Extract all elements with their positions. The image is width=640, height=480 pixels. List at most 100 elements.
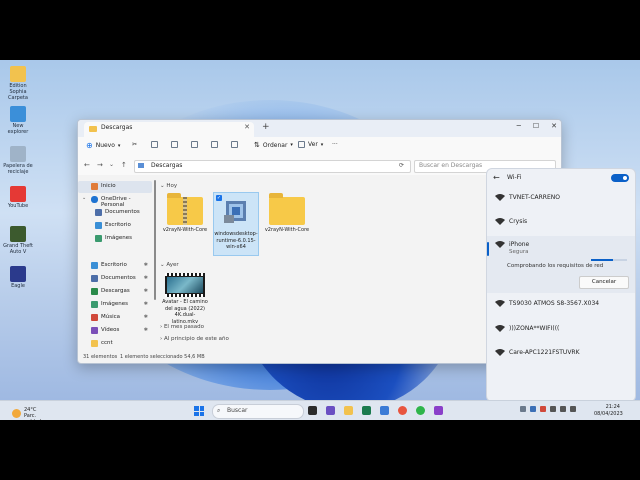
paste-button[interactable] <box>171 141 178 148</box>
clock[interactable]: 21:24 08/04/2023 <box>594 404 623 418</box>
cloud-icon <box>91 196 98 203</box>
wifi-title: Wi-Fi <box>507 174 522 181</box>
monitor-icon <box>10 106 26 122</box>
wifi-network[interactable]: )))ZONA**WIFI((( <box>487 320 635 342</box>
minimize-button[interactable]: ─ <box>517 122 521 130</box>
file-item-installer[interactable]: ✓ windowsdesktop-runtime-6.0.15-win-x64 <box>213 192 259 256</box>
navigation-pane: Inicio ⌄ OneDrive - Personal Documentos … <box>78 178 156 353</box>
wifi-network[interactable]: TVNET-CARRENO <box>487 189 635 211</box>
wifi-network[interactable]: Care-APC1221FSTUVRK <box>487 344 635 366</box>
video-icon <box>91 327 98 334</box>
recent-button[interactable]: ⌄ <box>109 161 114 168</box>
chevron-up-icon[interactable] <box>520 406 526 412</box>
copy-icon <box>151 141 158 148</box>
forward-button[interactable]: → <box>97 161 103 169</box>
wifi-signal-icon <box>495 241 505 248</box>
trash-icon <box>231 141 238 148</box>
plus-icon: ⊕ <box>86 141 93 150</box>
whatsapp-icon[interactable] <box>416 406 425 415</box>
nav-label: Documentos <box>105 209 140 215</box>
close-button[interactable]: ✕ <box>551 122 557 130</box>
nav-item-onedrive[interactable]: ⌄ OneDrive - Personal <box>78 194 152 208</box>
nav-item-escritorio[interactable]: Escritorio <box>82 220 156 232</box>
add-tab-button[interactable]: + <box>262 122 270 132</box>
group-mes-pasado[interactable]: › El mes pasado <box>160 324 204 330</box>
nav-item-escritorio-pinned[interactable]: Escritorio ✱ <box>78 260 152 272</box>
desktop-icon-recycle-bin[interactable]: Papelera de reciclaje <box>3 146 33 175</box>
wifi-signal-icon <box>495 218 505 225</box>
desktop-icon-youtube[interactable]: YouTube <box>3 186 33 209</box>
address-field[interactable]: Descargas <box>134 160 411 173</box>
wifi-network[interactable]: TS9030 ATMOS S8-3567.X034 <box>487 295 635 317</box>
group-ayer[interactable]: ⌄ Ayer <box>160 262 179 268</box>
nav-item-imagenes[interactable]: Imágenes <box>82 233 156 245</box>
nav-label: Escritorio <box>101 262 127 268</box>
cut-button[interactable]: ✂ <box>132 141 137 148</box>
folder-icon <box>95 209 102 216</box>
view-label: Ver <box>308 141 318 148</box>
back-button[interactable]: ← <box>493 173 500 182</box>
nav-label: Inicio <box>101 183 116 189</box>
network-security: Segura <box>509 249 529 255</box>
new-button[interactable]: ⊕ Nuevo ▾ <box>86 141 120 150</box>
group-principio-ano[interactable]: › Al principio de este año <box>160 336 229 342</box>
nav-item-descargas-pinned[interactable]: Descargas ✱ <box>78 286 152 298</box>
desktop-icon-folder[interactable]: Edition Sophia Carpeta <box>3 66 33 101</box>
more-button[interactable]: ··· <box>332 141 338 148</box>
chevron-down-icon: ▾ <box>117 142 121 149</box>
search-placeholder: Buscar en Descargas <box>419 162 483 169</box>
sort-button[interactable]: ⇅ Ordenar ▾ <box>254 141 293 149</box>
file-item-folder[interactable]: v2rayN-With-Core <box>264 193 310 255</box>
nav-scrollbar[interactable] <box>154 180 156 300</box>
app-icon[interactable] <box>380 406 389 415</box>
nav-label: Imágenes <box>101 301 128 307</box>
nav-item-ccnt[interactable]: ccnt <box>78 338 152 350</box>
nav-item-videos-pinned[interactable]: Vídeos ✱ <box>78 325 152 337</box>
start-button[interactable] <box>194 406 204 416</box>
cancel-button[interactable]: Cancelar <box>579 276 629 289</box>
wifi-network-selected[interactable]: iPhone Segura Comprobando los requisitos… <box>487 236 635 293</box>
maximize-button[interactable]: ☐ <box>533 122 539 130</box>
nav-item-inicio[interactable]: Inicio <box>78 181 152 193</box>
group-hoy[interactable]: ⌄ Hoy <box>160 183 177 189</box>
tab-descargas[interactable]: Descargas ✕ <box>84 122 254 137</box>
desktop-icon-app[interactable]: Eagle <box>3 266 33 289</box>
nav-item-documentos[interactable]: Documentos <box>82 207 156 219</box>
wifi-icon[interactable] <box>550 406 556 412</box>
folder-icon <box>95 222 102 229</box>
desktop-icon-gta[interactable]: Grand Theft Auto V <box>3 226 33 255</box>
volume-icon[interactable] <box>560 406 566 412</box>
nav-item-musica-pinned[interactable]: Música ✱ <box>78 312 152 324</box>
teams-icon[interactable] <box>326 406 335 415</box>
wifi-network[interactable]: Crysis <box>487 213 635 235</box>
checkbox-icon[interactable]: ✓ <box>216 195 222 201</box>
close-icon[interactable]: ✕ <box>244 123 250 131</box>
delete-button[interactable] <box>231 141 238 148</box>
app-icon[interactable] <box>362 406 371 415</box>
rename-button[interactable] <box>191 141 198 148</box>
share-button[interactable] <box>211 141 218 148</box>
desktop-icon-label: New explorer <box>7 123 29 135</box>
view-button[interactable]: Ver ▾ <box>298 141 323 148</box>
app-tray-icon[interactable] <box>530 406 536 412</box>
wifi-toggle[interactable] <box>611 174 629 182</box>
task-view-icon[interactable] <box>308 406 317 415</box>
up-button[interactable]: ↑ <box>121 161 127 169</box>
taskbar-search[interactable]: ⌕ Buscar <box>212 404 304 419</box>
battery-icon[interactable] <box>570 406 576 412</box>
nav-item-documentos-pinned[interactable]: Documentos ✱ <box>78 273 152 285</box>
app-icon[interactable] <box>434 406 443 415</box>
antivirus-icon[interactable] <box>540 406 546 412</box>
selection-info: 1 elemento seleccionado 54,6 MB <box>120 354 205 360</box>
back-button[interactable]: ← <box>84 161 90 169</box>
refresh-icon[interactable]: ⟳ <box>399 162 404 169</box>
nav-item-imagenes-pinned[interactable]: Imágenes ✱ <box>78 299 152 311</box>
system-tray <box>520 406 576 412</box>
desktop-icon-explorer[interactable]: New explorer <box>3 106 33 135</box>
chrome-icon[interactable] <box>398 406 407 415</box>
file-explorer-icon[interactable] <box>344 406 353 415</box>
copy-button[interactable] <box>151 141 158 148</box>
music-icon <box>91 314 98 321</box>
file-item-zip[interactable]: v2rayN-With-Core <box>162 193 208 255</box>
wifi-flyout: ← Wi-Fi TVNET-CARRENO Crysis iPhone Segu… <box>486 168 636 402</box>
